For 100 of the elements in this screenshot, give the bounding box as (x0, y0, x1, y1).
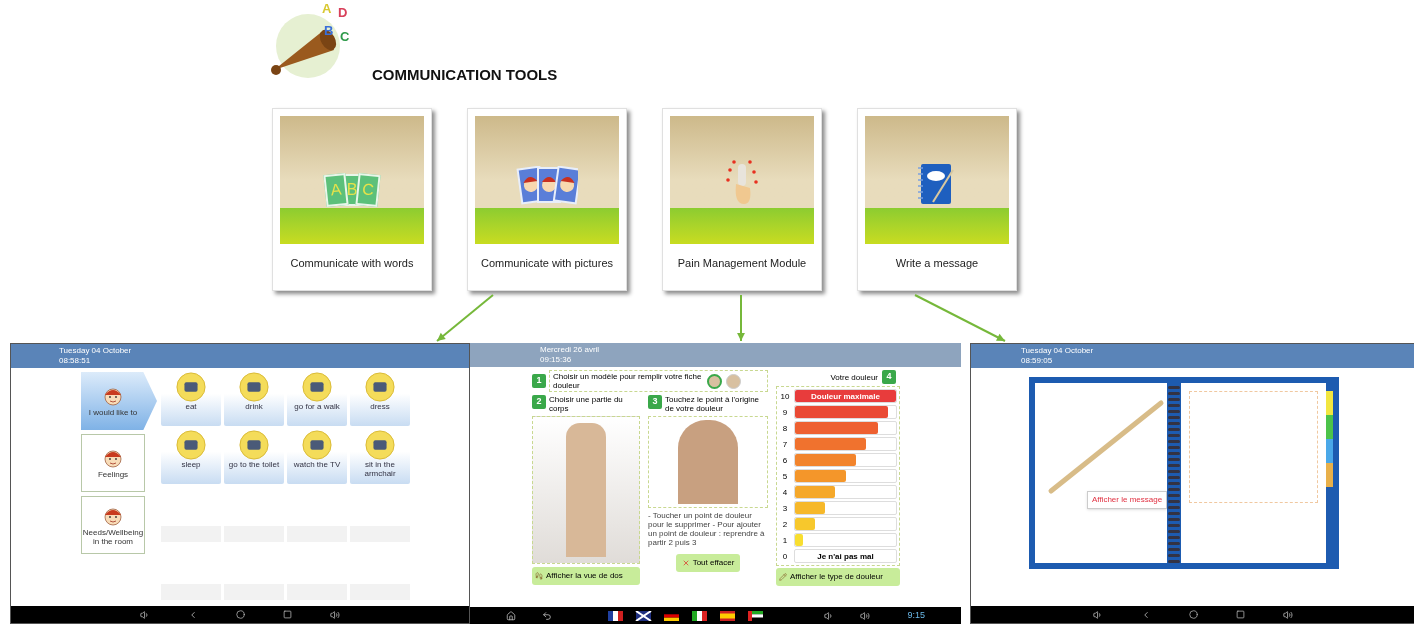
tool-card[interactable]: A B C Communicate with words (272, 108, 432, 291)
pictogram-icon (176, 430, 206, 460)
date-text: Mercredi 26 avril (540, 345, 601, 355)
category-tile[interactable]: Feelings (81, 434, 145, 492)
clear-all-button[interactable]: Tout effacer (675, 554, 741, 572)
pictogram-label: drink (244, 402, 264, 411)
arrow (436, 294, 494, 342)
pictogram-label: go to the toilet (227, 460, 281, 469)
time-text: 08:59:05 (1021, 356, 1054, 366)
back-icon[interactable] (188, 609, 198, 620)
volume-down-icon[interactable] (824, 610, 834, 621)
time-text: 09:15:36 (540, 355, 573, 365)
category-label: Needs/Wellbeing in the room (82, 527, 144, 546)
show-pain-type-button[interactable]: Afficher le type de douleur (776, 568, 900, 586)
show-back-view-button[interactable]: Afficher la vue de dos (532, 567, 640, 585)
category-label: Feelings (96, 470, 130, 479)
pain-level-bar[interactable]: Douleur maximale (794, 389, 897, 403)
pencil-icon (1047, 399, 1165, 495)
home-icon[interactable] (236, 610, 245, 619)
pictogram-button[interactable]: go to the toilet (224, 430, 284, 484)
face-panel[interactable] (648, 416, 768, 508)
logo-letter: A (322, 2, 332, 15)
volume-down-icon[interactable] (140, 609, 150, 620)
pictogram-button[interactable]: go for a walk (287, 372, 347, 426)
finger-touch-icon (724, 158, 760, 206)
logo-letter: C (340, 30, 350, 43)
pain-level-bar[interactable]: Je n'ai pas mal (794, 549, 897, 563)
category-label: I would like to (87, 408, 139, 417)
recent-apps-icon[interactable] (1235, 610, 1245, 619)
show-message-button[interactable]: Afficher le message (1087, 491, 1168, 509)
scale-number: 9 (781, 407, 789, 417)
pictogram-icon (302, 372, 332, 402)
model-avatar[interactable] (726, 373, 741, 389)
pictogram-button[interactable]: eat (161, 372, 221, 426)
pictogram-icon (239, 372, 269, 402)
step-text: Choisir un modèle pour remplir votre fiche douleur (553, 372, 703, 390)
step-text: Votre douleur (830, 372, 878, 382)
model-avatar[interactable] (707, 373, 722, 389)
pain-level-bar[interactable] (794, 405, 897, 419)
pictogram-button[interactable]: dress (350, 372, 410, 426)
clock-text: 9:15 (907, 608, 925, 622)
step-number: 2 (532, 395, 546, 409)
pictogram-button[interactable]: sit in the armchair (350, 430, 410, 484)
back-icon[interactable] (542, 610, 552, 621)
pictogram-label: go for a walk (293, 402, 341, 411)
scale-number: 5 (781, 471, 789, 481)
volume-down-icon[interactable] (1092, 609, 1103, 620)
volume-up-icon[interactable] (1282, 609, 1293, 620)
pictogram-button[interactable]: watch the TV (287, 430, 347, 484)
tool-label: Write a message (895, 256, 979, 272)
pictogram-icon (302, 430, 332, 460)
scale-number: 0 (781, 551, 789, 561)
tool-label: Communicate with pictures (480, 256, 614, 272)
category-tile[interactable]: Needs/Wellbeing in the room (81, 496, 145, 554)
step-text: Choisir une partie du corps (549, 395, 624, 413)
recent-apps-icon[interactable] (283, 610, 292, 619)
pain-level-bar[interactable] (794, 421, 897, 435)
scale-number: 6 (781, 455, 789, 465)
pain-level-bar[interactable] (794, 437, 897, 451)
pain-level-bar[interactable] (794, 453, 897, 467)
logo-letter: D (338, 6, 348, 19)
close-icon (681, 559, 690, 567)
step-number: 3 (648, 395, 662, 409)
scale-number: 7 (781, 439, 789, 449)
scale-number: 4 (781, 487, 789, 497)
time-text: 08:58:51 (59, 356, 92, 366)
pictogram-icon (176, 372, 206, 402)
spiral-binding-icon (1167, 383, 1182, 563)
scale-number: 1 (781, 535, 789, 545)
scale-number: 3 (781, 503, 789, 513)
pictogram-label: sleep (180, 460, 202, 469)
pain-level-bar[interactable] (794, 501, 897, 515)
pictogram-button[interactable]: sleep (161, 430, 221, 484)
pictogram-label: watch the TV (292, 460, 342, 469)
hint-text: - Toucher un point de douleur pour le supprimer - Pour ajouter un point de douleur : reprendre à partir 2 puis 3 (648, 511, 766, 547)
tool-card[interactable]: Pain Management Module (662, 108, 822, 291)
volume-up-icon[interactable] (330, 609, 340, 620)
body-figure-panel[interactable] (532, 416, 640, 564)
category-tile[interactable]: I would like to (81, 372, 157, 430)
volume-up-icon[interactable] (860, 610, 870, 621)
pencil-icon (779, 573, 787, 581)
pictogram-icon (365, 372, 395, 402)
tool-card[interactable]: Communicate with pictures (467, 108, 627, 291)
pictogram-button[interactable]: drink (224, 372, 284, 426)
arrow (737, 294, 745, 342)
pain-level-bar[interactable] (794, 469, 897, 483)
scale-number: 8 (781, 423, 789, 433)
home-icon[interactable] (506, 610, 516, 621)
boy-face-icon (102, 385, 124, 407)
step-number: 1 (532, 374, 546, 388)
date-text: Tuesday 04 October (1021, 346, 1095, 356)
pain-level-bar[interactable] (794, 485, 897, 499)
home-icon[interactable] (1188, 610, 1198, 619)
scale-number: 2 (781, 519, 789, 529)
tool-card[interactable]: Write a message (857, 108, 1017, 291)
pictogram-icon (239, 430, 269, 460)
step-number: 4 (882, 370, 896, 384)
pictogram-label: eat (184, 402, 198, 411)
pictogram-label: sit in the armchair (363, 460, 397, 478)
face-cards-icon (516, 166, 578, 206)
